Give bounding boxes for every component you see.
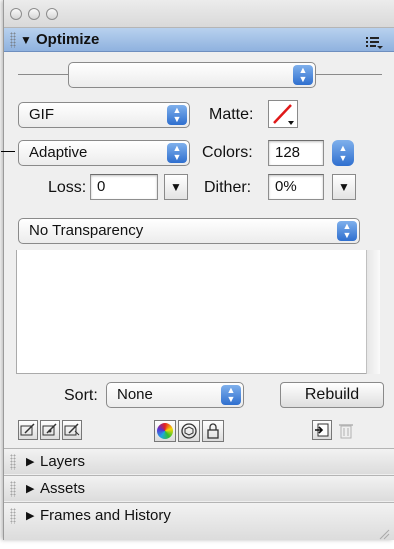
- disclosure-triangle-closed-icon[interactable]: ▶: [26, 476, 34, 502]
- sort-label: Sort:: [64, 387, 98, 404]
- transparency-popup[interactable]: No Transparency ▲ ▼: [18, 218, 360, 244]
- color-wheel-icon[interactable]: [154, 420, 176, 442]
- grip-icon[interactable]: [10, 481, 16, 497]
- disclosure-triangle-closed-icon[interactable]: ▶: [26, 503, 34, 529]
- popup-arrows-icon: ▲ ▼: [221, 385, 241, 405]
- loss-dropdown-icon[interactable]: ▼: [164, 174, 188, 200]
- layers-panel-header[interactable]: ▶ Layers: [4, 448, 394, 474]
- sort-popup[interactable]: None ▲ ▼: [106, 382, 244, 408]
- traffic-light-close-icon[interactable]: [10, 8, 22, 20]
- add-color-icon[interactable]: [62, 420, 82, 440]
- frames-history-panel-title: Frames and History: [40, 507, 171, 524]
- divider-left: [18, 74, 68, 75]
- popup-arrows-icon: ▲ ▼: [293, 65, 313, 85]
- color-table-scrollbar[interactable]: [366, 250, 380, 374]
- saved-settings-popup[interactable]: ▲ ▼: [68, 62, 316, 88]
- colors-stepper-icon[interactable]: ▲ ▼: [332, 140, 354, 166]
- panel-options-menu-icon[interactable]: [366, 34, 384, 49]
- divider-right: [316, 74, 382, 75]
- matte-label: Matte:: [209, 106, 254, 123]
- sort-value: None: [117, 386, 153, 403]
- dither-field[interactable]: 0%: [268, 174, 324, 200]
- frames-history-panel-header[interactable]: ▶ Frames and History: [4, 502, 394, 540]
- dither-dropdown-icon[interactable]: ▼: [332, 174, 356, 200]
- grip-icon[interactable]: [10, 508, 16, 524]
- trash-icon[interactable]: [336, 420, 356, 440]
- panel-title: Optimize: [36, 31, 100, 48]
- snap-to-web-safe-icon[interactable]: [40, 420, 60, 440]
- grip-icon[interactable]: [10, 32, 16, 48]
- loss-label: Loss:: [48, 179, 87, 196]
- popup-arrows-icon: ▲ ▼: [167, 105, 187, 125]
- colors-field[interactable]: 128: [268, 140, 324, 166]
- traffic-light-zoom-icon[interactable]: [46, 8, 58, 20]
- transparency-value: No Transparency: [29, 222, 144, 239]
- color-table[interactable]: [16, 250, 366, 374]
- disclosure-triangle-open-icon[interactable]: ▼: [20, 28, 32, 52]
- popup-arrows-icon: ▲ ▼: [167, 143, 187, 163]
- panel-header[interactable]: ▼ Optimize: [4, 28, 394, 52]
- palette-callout-line: [1, 151, 15, 152]
- lock-icon[interactable]: [202, 420, 224, 442]
- optimize-window: ▼ Optimize ▲ ▼ GIF ▲ ▼ Matte: Adaptive ▲ ▼: [1, 0, 394, 540]
- edit-color-icon[interactable]: [18, 420, 38, 440]
- cube-icon[interactable]: [178, 420, 200, 442]
- dither-label: Dither:: [204, 179, 252, 196]
- export-format-popup[interactable]: GIF ▲ ▼: [18, 102, 190, 128]
- resize-grip-icon[interactable]: [378, 523, 390, 540]
- add-new-color-icon[interactable]: [312, 420, 332, 440]
- colors-label: Colors:: [202, 144, 253, 161]
- export-format-value: GIF: [29, 106, 54, 123]
- assets-panel-title: Assets: [40, 480, 86, 497]
- layers-panel-title: Layers: [40, 453, 86, 470]
- grip-icon[interactable]: [10, 454, 16, 470]
- indexed-palette-popup[interactable]: Adaptive ▲ ▼: [18, 140, 190, 166]
- disclosure-triangle-closed-icon[interactable]: ▶: [26, 449, 34, 475]
- traffic-light-minimize-icon[interactable]: [28, 8, 40, 20]
- loss-field[interactable]: 0: [90, 174, 158, 200]
- title-bar[interactable]: [4, 0, 394, 28]
- popup-arrows-icon: ▲ ▼: [337, 221, 357, 241]
- callout-line-vertical-palette: [0, 0, 1, 152]
- indexed-palette-value: Adaptive: [29, 144, 88, 161]
- matte-swatch-icon[interactable]: [268, 100, 298, 128]
- rebuild-button[interactable]: Rebuild: [280, 382, 384, 408]
- assets-panel-header[interactable]: ▶ Assets: [4, 475, 394, 501]
